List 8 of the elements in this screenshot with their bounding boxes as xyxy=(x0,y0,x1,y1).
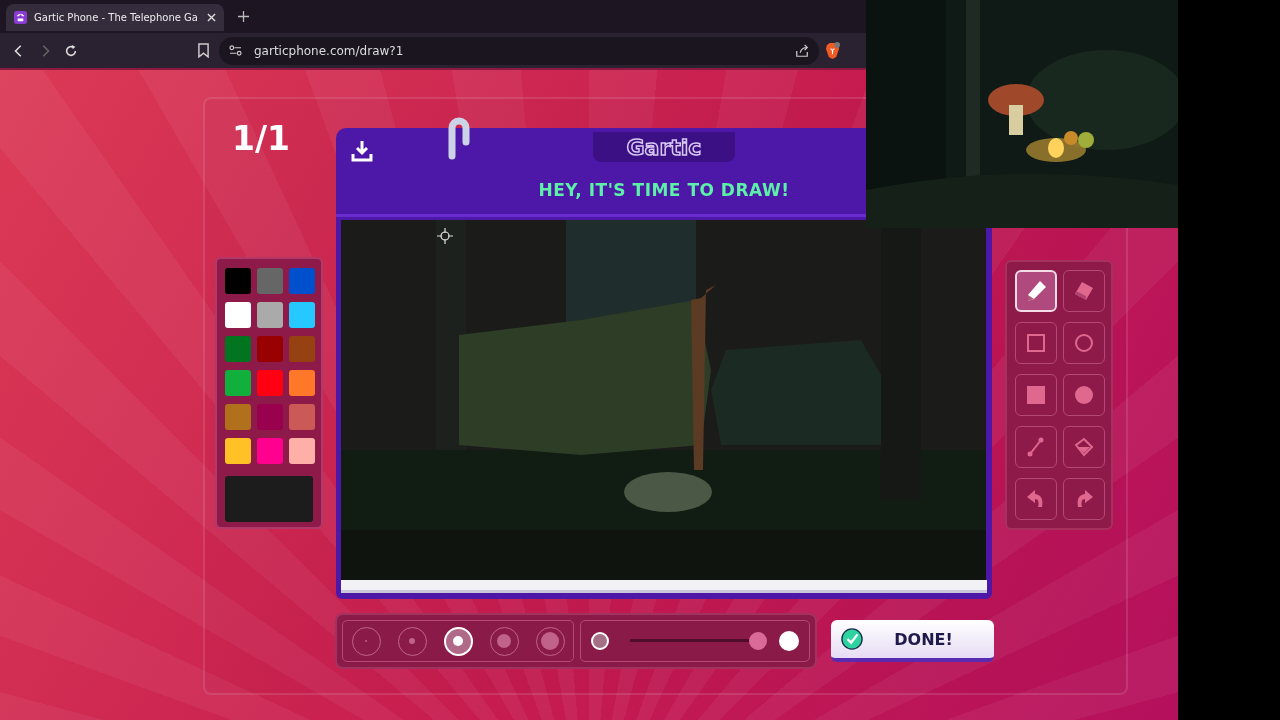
logo: Gartic xyxy=(626,134,702,160)
round-counter: 1/1 xyxy=(232,119,291,159)
browser-tab[interactable]: Gartic Phone - The Telephone Ga xyxy=(6,4,224,31)
done-button[interactable]: DONE! xyxy=(831,620,994,662)
url-text: garticphone.com/draw?1 xyxy=(254,43,405,58)
draw-prompt: HEY, IT'S TIME TO DRAW! xyxy=(537,180,791,200)
tab-title: Gartic Phone - The Telephone Ga xyxy=(34,12,199,23)
address-bar[interactable]: garticphone.com/draw?1 xyxy=(219,36,819,65)
